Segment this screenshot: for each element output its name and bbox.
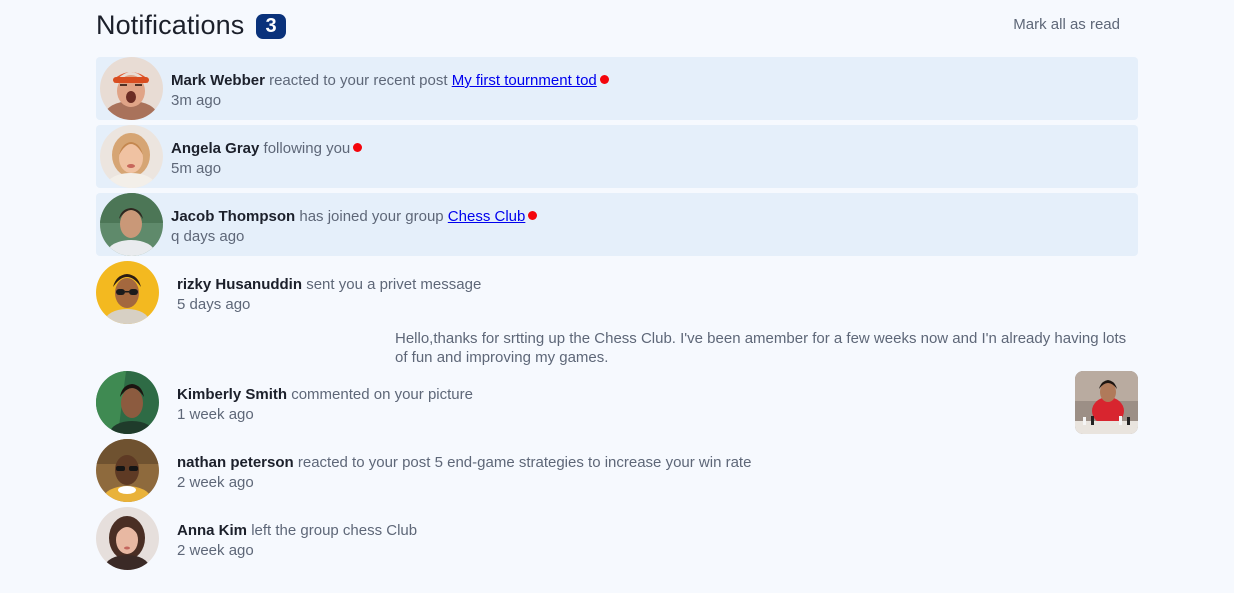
chess-picture-thumbnail[interactable] [1075, 371, 1138, 434]
notification-time: 5m ago [171, 160, 222, 177]
private-message-preview[interactable]: Hello,thanks for srtting up the Chess Cl… [395, 329, 1135, 367]
unread-dot-icon [528, 211, 538, 220]
unread-dot-icon [353, 143, 363, 152]
notification-user-name[interactable]: rizky Husanuddin [177, 276, 302, 293]
notification-item[interactable]: rizky Husanuddin sent you a privet messa… [96, 261, 1138, 324]
avatar-nathan-peterson[interactable] [96, 439, 159, 502]
notification-action: reacted to your recent post [269, 72, 448, 89]
notification-time: 1 week ago [177, 406, 254, 423]
notification-time: 3m ago [171, 92, 222, 109]
notification-action: commented on your picture [291, 386, 473, 403]
notification-action: left the group chess Club [251, 522, 418, 539]
notification-item[interactable]: Angela Gray following you 5m ago [96, 125, 1138, 188]
notification-action: has joined your group [299, 208, 444, 225]
notification-user-name[interactable]: nathan peterson [177, 454, 294, 471]
avatar-mark-webber[interactable] [100, 57, 163, 120]
notification-time: 2 week ago [177, 542, 254, 559]
page-title: Notifications [96, 10, 245, 40]
avatar-angela-gray[interactable] [100, 125, 163, 188]
notification-action: sent you a privet message [306, 276, 482, 293]
notification-user-name[interactable]: Kimberly Smith [177, 386, 287, 403]
notification-item[interactable]: Anna Kim left the group chess Club 2 wee… [96, 507, 1138, 570]
notification-time: 2 week ago [177, 474, 254, 491]
notification-text: Mark Webber reacted to your recent post … [171, 71, 609, 90]
notification-text: rizky Husanuddin sent you a privet messa… [177, 275, 481, 294]
notifications-page: Notifications 3 Mark all as read Mark We… [0, 0, 1234, 593]
notification-item[interactable]: nathan peterson reacted to your post 5 e… [96, 439, 1138, 502]
mark-all-as-read-button[interactable]: Mark all as read [1013, 16, 1120, 34]
notification-action: following you [263, 140, 351, 157]
notification-item[interactable]: Jacob Thompson has joined your group Che… [96, 193, 1138, 256]
notification-text: Anna Kim left the group chess Club [177, 521, 417, 540]
notification-item[interactable]: Kimberly Smith commented on your picture… [96, 371, 1138, 434]
notification-user-name[interactable]: Jacob Thompson [171, 208, 295, 225]
notification-post-link[interactable]: My first tournment tod [452, 72, 597, 89]
notification-text: Jacob Thompson has joined your group Che… [171, 207, 538, 226]
notification-user-name[interactable]: Angela Gray [171, 140, 259, 157]
notification-time: q days ago [171, 228, 245, 245]
notification-text: Angela Gray following you [171, 139, 363, 158]
unread-dot-icon [599, 75, 609, 84]
notification-time: 5 days ago [177, 296, 251, 313]
notification-item[interactable]: Mark Webber reacted to your recent post … [96, 57, 1138, 120]
notification-action: reacted to your post 5 end-game strategi… [297, 454, 752, 471]
notification-user-name[interactable]: Mark Webber [171, 72, 265, 89]
avatar-jacob-thompson[interactable] [100, 193, 163, 256]
avatar-kimberly-smith[interactable] [96, 371, 159, 434]
notification-text: Kimberly Smith commented on your picture [177, 385, 473, 404]
unread-count-badge: 3 [256, 14, 286, 39]
notification-user-name[interactable]: Anna Kim [177, 522, 247, 539]
notifications-header: Notifications 3 Mark all as read [96, 8, 1138, 44]
avatar-anna-kim[interactable] [96, 507, 159, 570]
notification-group-link[interactable]: Chess Club [448, 208, 526, 225]
notification-text: nathan peterson reacted to your post 5 e… [177, 453, 751, 472]
avatar-rizky-husanuddin[interactable] [96, 261, 159, 324]
